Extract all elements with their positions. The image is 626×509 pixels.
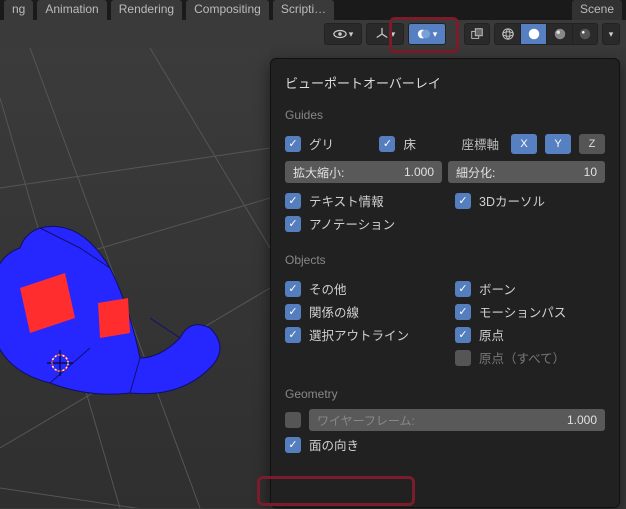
sphere-material-icon	[553, 27, 567, 41]
wireframe-field[interactable]: ワイヤーフレーム: 1.000	[309, 409, 605, 431]
checkbox-text-info[interactable]	[285, 193, 301, 209]
scene-selector[interactable]: Scene	[572, 0, 622, 20]
label-face-orientation: 面の向き	[309, 435, 359, 454]
visibility-dropdown[interactable]: ▾	[324, 23, 362, 45]
label-grid: グリ	[309, 134, 334, 153]
viewport-overlays-panel: ビューポートオーバーレイ Guides グリ 床 座標軸 X Y Z 拡大縮小:…	[270, 58, 620, 508]
axis-x-button[interactable]: X	[511, 134, 537, 154]
tab[interactable]: Animation	[37, 0, 106, 20]
axis-z-button[interactable]: Z	[579, 134, 605, 154]
label-floor: 床	[403, 134, 416, 153]
sphere-solid-icon	[527, 27, 541, 41]
checkbox-wireframe[interactable]	[285, 412, 301, 428]
label-relations: 関係の線	[309, 302, 359, 321]
axis-y-button[interactable]: Y	[545, 134, 571, 154]
3d-viewport[interactable]	[0, 48, 270, 508]
sphere-rendered-icon	[578, 27, 592, 41]
shading-solid[interactable]	[520, 23, 546, 45]
tab[interactable]: Compositing	[186, 0, 269, 20]
label-motion-paths: モーションパス	[479, 302, 566, 321]
checkbox-origins[interactable]	[455, 327, 471, 343]
panel-title: ビューポートオーバーレイ	[285, 73, 605, 92]
label-3d-cursor: 3Dカーソル	[479, 191, 545, 210]
section-guides: Guides	[285, 108, 605, 122]
subdiv-label: 細分化:	[456, 164, 495, 181]
xray-icon	[470, 27, 484, 41]
3d-cursor-icon	[45, 348, 75, 378]
shading-wireframe[interactable]	[494, 23, 520, 45]
checkbox-origins-all[interactable]	[455, 350, 471, 366]
label-origins-all: 原点（すべて）	[479, 348, 565, 367]
eye-icon	[333, 27, 347, 41]
checkbox-annotation[interactable]	[285, 216, 301, 232]
checkbox-3d-cursor[interactable]	[455, 193, 471, 209]
checkbox-face-orientation[interactable]	[285, 437, 301, 453]
checkbox-relations[interactable]	[285, 304, 301, 320]
checkbox-bones[interactable]	[455, 281, 471, 297]
shading-options-dropdown[interactable]: ▾	[602, 23, 620, 45]
subdiv-value: 10	[584, 165, 597, 179]
checkbox-grid[interactable]	[285, 136, 301, 152]
xray-toggle[interactable]	[464, 23, 490, 45]
workspace-tabs: ng Animation Rendering Compositing Scrip…	[0, 0, 626, 20]
label-axes: 座標軸	[461, 134, 499, 153]
label-selection-outline: 選択アウトライン	[309, 325, 409, 344]
section-objects: Objects	[285, 253, 605, 267]
checkbox-floor[interactable]	[379, 136, 395, 152]
subdiv-field[interactable]: 細分化: 10	[448, 161, 605, 183]
tab[interactable]: ng	[4, 0, 33, 20]
globe-wire-icon	[501, 27, 515, 41]
section-geometry: Geometry	[285, 387, 605, 401]
scale-label: 拡大縮小:	[293, 164, 344, 181]
shading-material[interactable]	[546, 23, 572, 45]
wireframe-value: 1.000	[567, 413, 597, 427]
shading-rendered[interactable]	[572, 23, 598, 45]
label-annotation: アノテーション	[309, 214, 395, 233]
label-text-info: テキスト情報	[309, 191, 384, 210]
gizmo-dropdown[interactable]: ▾	[366, 23, 404, 45]
scale-field[interactable]: 拡大縮小: 1.000	[285, 161, 442, 183]
label-extras: その他	[309, 279, 347, 298]
checkbox-motion-paths[interactable]	[455, 304, 471, 320]
shading-modes	[494, 23, 598, 45]
overlays-dropdown[interactable]: ▾	[408, 23, 446, 45]
wireframe-label: ワイヤーフレーム:	[317, 412, 415, 429]
mesh-object	[0, 198, 240, 418]
gizmo-icon	[375, 27, 389, 41]
label-origins: 原点	[479, 325, 504, 344]
overlays-icon	[417, 27, 431, 41]
viewport-header: ▾ ▾ ▾ ▾	[0, 20, 626, 48]
checkbox-extras[interactable]	[285, 281, 301, 297]
label-bones: ボーン	[479, 279, 516, 298]
tab[interactable]: Rendering	[111, 0, 182, 20]
tab[interactable]: Scriptі…	[273, 0, 334, 20]
scale-value: 1.000	[404, 165, 434, 179]
checkbox-selection-outline[interactable]	[285, 327, 301, 343]
